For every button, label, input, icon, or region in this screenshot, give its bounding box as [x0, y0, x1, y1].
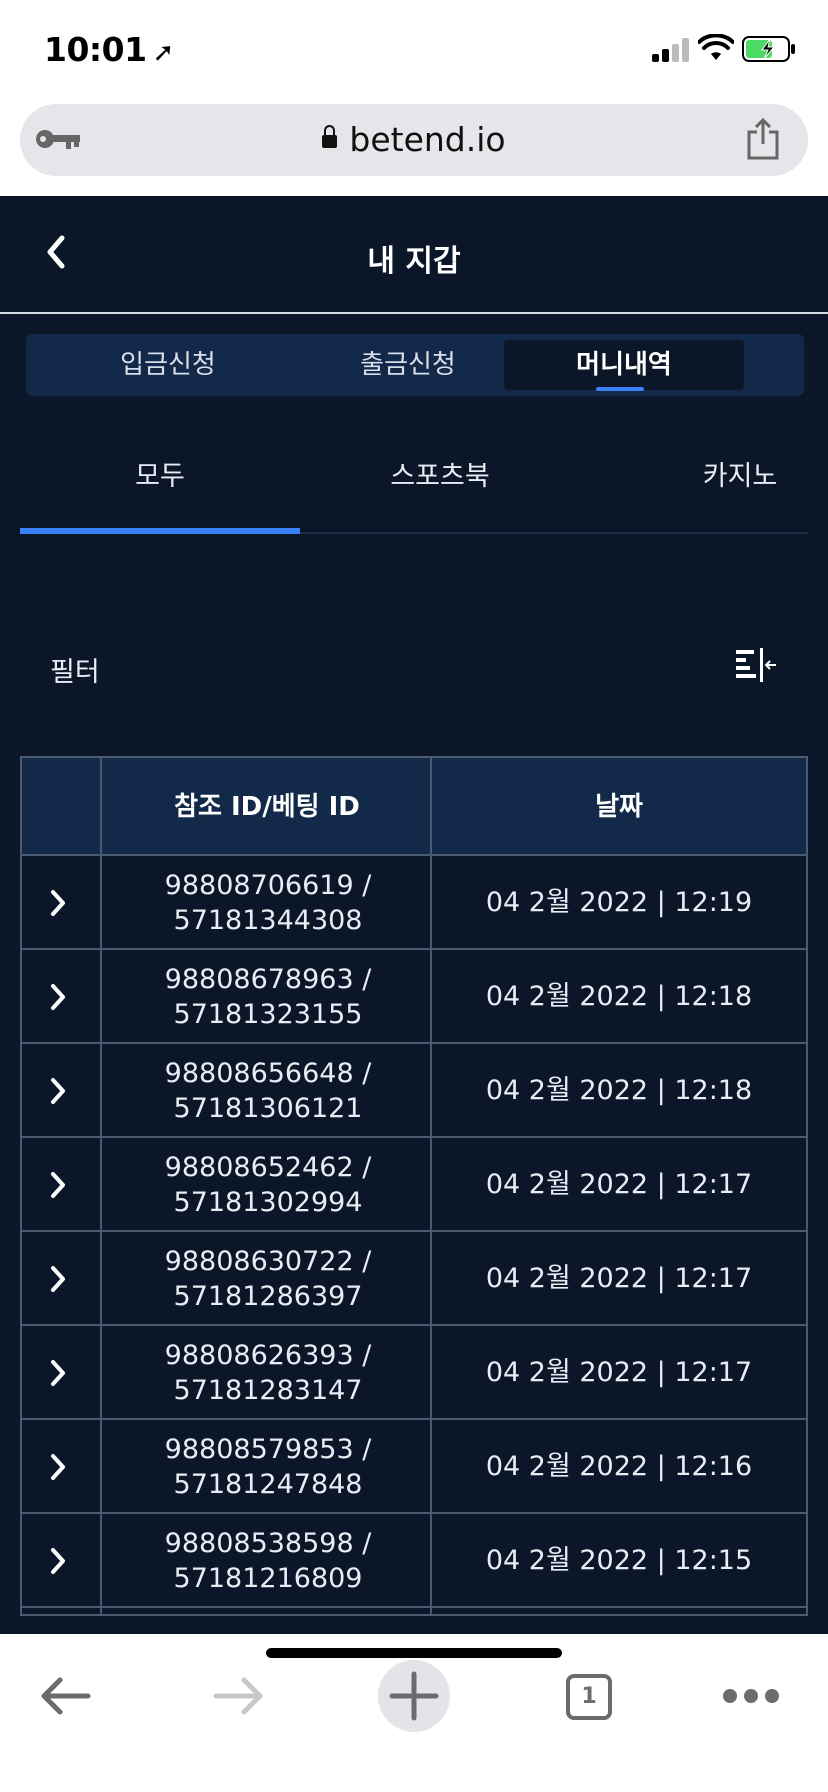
- expand-chevron-icon[interactable]: [48, 1264, 68, 1294]
- row-date: 04 2월 2022 | 12:17: [485, 1169, 753, 1200]
- column-divider: [100, 758, 102, 1614]
- expand-chevron-icon[interactable]: [48, 1076, 68, 1106]
- row-date: 04 2월 2022 | 12:18: [485, 981, 753, 1012]
- browser-back-icon[interactable]: [38, 1674, 92, 1718]
- bet-id: 57181344308: [173, 905, 363, 936]
- table-header: 참조 ID/베팅 ID 날짜: [22, 758, 806, 856]
- bet-id: 57181306121: [173, 1093, 363, 1124]
- row-date: 04 2월 2022 | 12:19: [485, 887, 753, 918]
- more-options-icon[interactable]: [722, 1688, 780, 1704]
- table-row[interactable]: 98808538598 / 57181216809 04 2월 2022 | 12…: [22, 1514, 806, 1608]
- column-divider: [430, 758, 432, 1614]
- ref-id: 98808538598 /: [164, 1528, 372, 1559]
- browser-address-area: betend.io: [0, 96, 828, 196]
- location-arrow-icon: ➚: [152, 38, 175, 68]
- row-ids: 98808630722 / 57181286397: [104, 1244, 432, 1314]
- clock-text: 10:01: [44, 30, 147, 69]
- row-ids: 98808678963 / 57181323155: [104, 962, 432, 1032]
- row-date: 04 2월 2022 | 12:15: [485, 1545, 753, 1576]
- table-row[interactable]: 98808626393 / 57181283147 04 2월 2022 | 12…: [22, 1326, 806, 1420]
- expand-chevron-icon[interactable]: [48, 1546, 68, 1576]
- tab-money-history[interactable]: 머니내역: [504, 340, 744, 391]
- tab-withdraw-request[interactable]: 출금신청: [288, 340, 528, 390]
- ref-id: 98808678963 /: [164, 964, 372, 995]
- row-date: 04 2월 2022 | 12:16: [485, 1451, 753, 1482]
- ref-id: 98808630722 /: [164, 1246, 372, 1277]
- tab-casino[interactable]: 카지노: [600, 454, 828, 493]
- bet-id: 57181286397: [173, 1281, 363, 1312]
- active-tab-underline: [596, 387, 644, 391]
- table-row[interactable]: 98808652462 / 57181302994 04 2월 2022 | 12…: [22, 1138, 806, 1232]
- ref-id: 98808626393 /: [164, 1340, 372, 1371]
- status-time: 10:01 ➚: [44, 30, 174, 69]
- row-ids: 98808538598 / 57181216809: [104, 1526, 432, 1596]
- transaction-table: 참조 ID/베팅 ID 날짜 98808706619 / 57181344308 …: [20, 756, 808, 1616]
- table-row[interactable]: 98808656648 / 57181306121 04 2월 2022 | 12…: [22, 1044, 806, 1138]
- row-date: 04 2월 2022 | 12:17: [485, 1357, 753, 1388]
- column-header-date: 날짜: [595, 792, 643, 822]
- expand-chevron-icon[interactable]: [48, 1358, 68, 1388]
- url-label: betend.io: [349, 120, 506, 159]
- row-ids: 98808656648 / 57181306121: [104, 1056, 432, 1126]
- row-ids: 98808579853 / 57181247848: [104, 1432, 432, 1502]
- row-date: 04 2월 2022 | 12:18: [485, 1075, 753, 1106]
- expand-chevron-icon[interactable]: [48, 982, 68, 1012]
- new-tab-button[interactable]: [378, 1660, 450, 1732]
- wallet-header: 내 지갑: [0, 196, 828, 314]
- row-ids: 98808652462 / 57181302994: [104, 1150, 432, 1220]
- plus-icon: [389, 1671, 439, 1721]
- tab-sportsbook[interactable]: 스포츠북: [300, 454, 580, 493]
- tab-switcher-button[interactable]: 1: [566, 1674, 612, 1720]
- table-row[interactable]: 98808678963 / 57181323155 04 2월 2022 | 12…: [22, 950, 806, 1044]
- expand-chevron-icon[interactable]: [48, 1170, 68, 1200]
- battery-charging-icon: [742, 36, 795, 62]
- wifi-icon: [698, 34, 734, 60]
- lock-icon: [322, 125, 338, 148]
- page-title: 내 지갑: [367, 244, 461, 279]
- row-ids: 98808626393 / 57181283147: [104, 1338, 432, 1408]
- bet-id: 57181283147: [173, 1375, 363, 1406]
- tab-money-history-label: 머니내역: [576, 350, 672, 380]
- filter-label[interactable]: 필터: [50, 650, 100, 689]
- table-row[interactable]: 98808579853 / 57181247848 04 2월 2022 | 12…: [22, 1420, 806, 1514]
- wallet-segment-tabs: 입금신청 출금신청 머니내역: [26, 334, 804, 396]
- tab-all[interactable]: 모두: [20, 454, 300, 493]
- filter-collapse-icon[interactable]: [734, 646, 778, 684]
- url-text[interactable]: betend.io: [20, 120, 808, 159]
- expand-chevron-icon[interactable]: [48, 1452, 68, 1482]
- cell-signal-icon: [652, 38, 692, 62]
- row-date: 04 2월 2022 | 12:17: [485, 1263, 753, 1294]
- status-bar: 10:01 ➚: [0, 0, 828, 96]
- ref-id: 98808579853 /: [164, 1434, 372, 1465]
- expand-chevron-icon[interactable]: [48, 888, 68, 918]
- browser-forward-icon[interactable]: [212, 1674, 266, 1718]
- row-ids: 98808706619 / 57181344308: [104, 868, 432, 938]
- table-row[interactable]: 98808706619 / 57181344308 04 2월 2022 | 12…: [22, 856, 806, 950]
- url-bar[interactable]: betend.io: [20, 104, 808, 176]
- tab-deposit-request[interactable]: 입금신청: [48, 340, 288, 390]
- bet-id: 57181323155: [173, 999, 363, 1030]
- ref-id: 98808656648 /: [164, 1058, 372, 1089]
- share-icon[interactable]: [746, 118, 780, 160]
- ref-id: 98808706619 /: [164, 870, 372, 901]
- category-tabs: 모두 스포츠북 카지노: [20, 440, 808, 534]
- bet-id: 57181302994: [173, 1187, 363, 1218]
- category-active-indicator: [20, 528, 300, 534]
- bet-id: 57181216809: [173, 1563, 363, 1594]
- bet-id: 57181247848: [173, 1469, 363, 1500]
- column-header-ref-id: 참조 ID/베팅 ID: [174, 792, 360, 822]
- ref-id: 98808652462 /: [164, 1152, 372, 1183]
- home-indicator: [266, 1648, 562, 1658]
- table-row[interactable]: 98808630722 / 57181286397 04 2월 2022 | 12…: [22, 1232, 806, 1326]
